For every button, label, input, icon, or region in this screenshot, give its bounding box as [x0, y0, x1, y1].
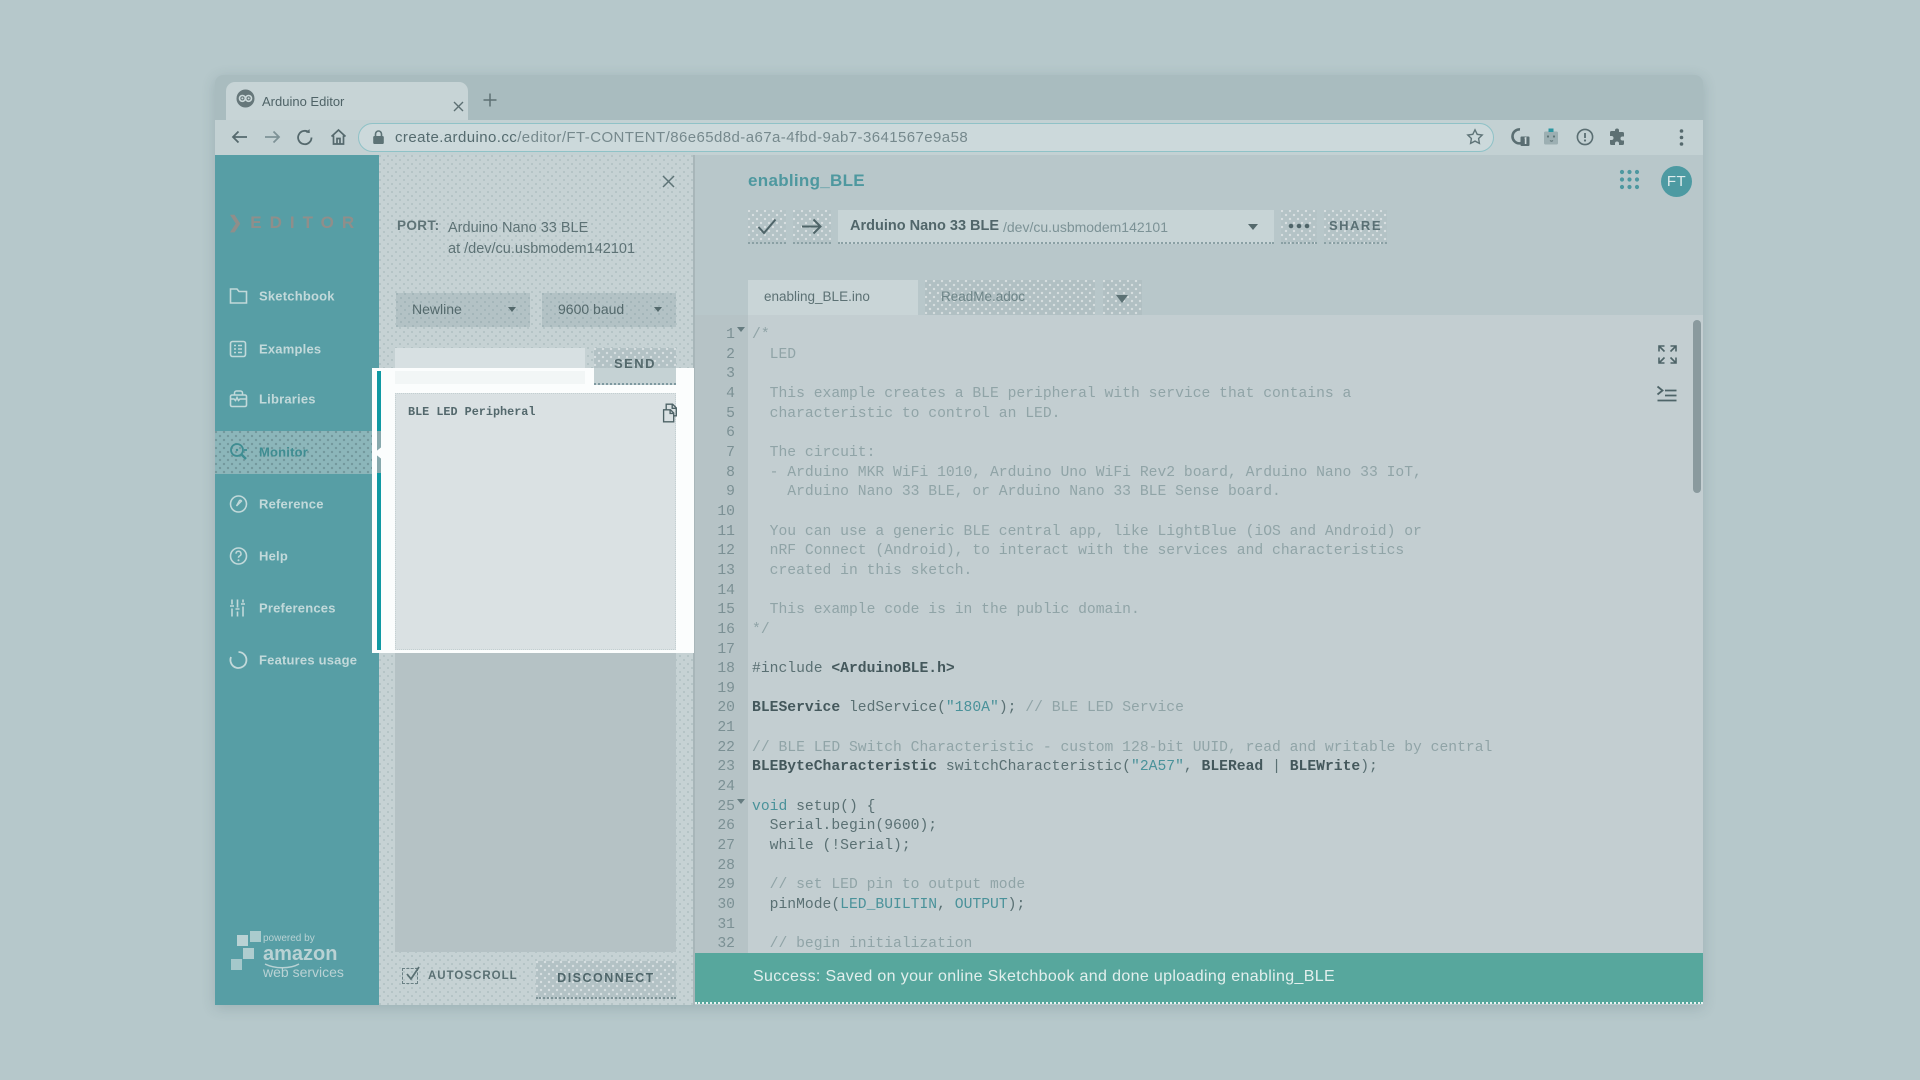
svg-text:amazon: amazon: [263, 943, 337, 965]
